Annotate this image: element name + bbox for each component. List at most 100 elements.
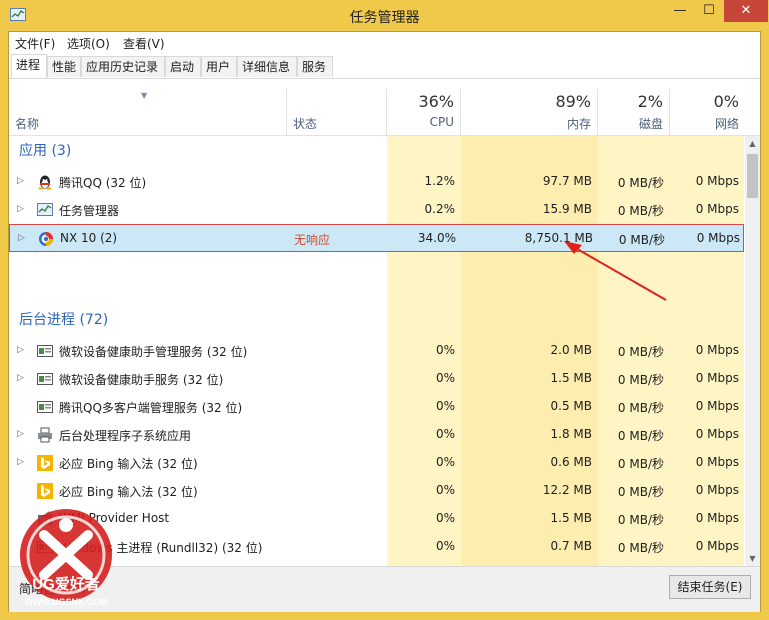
watermark-logo: UG爱好者 WWW.UGSNX.COM [20,509,112,607]
header-status-label: 状态 [293,117,318,131]
process-row[interactable]: ▷ 必应 Bing 输入法 (32 位) 0% 0.6 MB 0 MB/秒 0 Mbps [9,449,744,477]
tab-services[interactable]: 服务 [297,56,333,77]
process-name: 必应 Bing 输入法 (32 位) [59,457,198,471]
network-value: 0 Mbps [695,483,739,497]
menu-file[interactable]: 文件(F) [15,35,55,52]
tab-app-history[interactable]: 应用历史记录 [81,56,165,77]
expand-arrow-icon[interactable]: ▷ [17,457,24,467]
process-status: 无响应 [294,233,331,247]
tab-performance[interactable]: 性能 [47,56,81,77]
memory-value: 0.7 MB [550,539,592,553]
header-network[interactable]: 0% 网络 [670,89,745,135]
service-icon [37,371,53,387]
network-value: 0 Mbps [695,399,739,413]
header-name[interactable]: ▼ 名称 [9,89,287,135]
disk-value: 0 MB/秒 [617,345,664,359]
process-list: 应用 (3) 后台进程 (72) ▷ 腾讯QQ (32 位) 1.2% 97.7 MB… [9,136,744,566]
tab-processes[interactable]: 进程 [11,54,47,78]
memory-value: 1.5 MB [550,371,592,385]
cpu-value: 1.2% [424,174,456,188]
expand-arrow-icon[interactable]: ▷ [18,233,25,243]
end-task-button[interactable]: 结束任务(E) [669,575,751,599]
cpu-value: 0% [435,399,455,413]
group-background-label: 后台进程 (72) [19,312,109,328]
window-title: 任务管理器 [349,10,420,26]
cpu-value: 0% [435,511,455,525]
header-name-label: 名称 [15,117,40,131]
menu-options[interactable]: 选项(O) [67,35,110,52]
title-bar[interactable]: 任务管理器 — ☐ ✕ [0,0,769,32]
process-name: 任务管理器 [59,204,120,218]
disk-value: 0 MB/秒 [617,541,664,555]
process-name: 必应 Bing 输入法 (32 位) [59,485,198,499]
memory-value: 15.9 MB [542,202,592,216]
minimize-button[interactable]: — [665,0,695,22]
menu-view[interactable]: 查看(V) [123,35,165,52]
header-memory[interactable]: 89% 内存 [461,89,598,135]
process-name: 腾讯QQ (32 位) [59,176,147,190]
process-row[interactable]: ▷ 微软设备健康助手服务 (32 位) 0% 1.5 MB 0 MB/秒 0 Mbps [9,365,744,393]
disk-value: 0 MB/秒 [617,429,664,443]
cpu-value: 0% [435,427,455,441]
header-disk[interactable]: 2% 磁盘 [598,89,670,135]
process-row[interactable]: ▷ 腾讯QQ (32 位) 1.2% 97.7 MB 0 MB/秒 0 Mbps [9,168,744,196]
header-status[interactable]: 状态 [287,89,387,135]
menu-bar: 文件(F) 选项(O) 查看(V) [9,32,760,54]
cpu-value: 0% [435,343,455,357]
bing-icon [37,455,53,471]
scroll-down-arrow-icon[interactable]: ▼ [745,551,760,566]
network-value: 0 Mbps [695,174,739,188]
process-row[interactable]: 腾讯QQ多客户端管理服务 (32 位) 0% 0.5 MB 0 MB/秒 0 Mbps [9,393,744,421]
network-value: 0 Mbps [695,539,739,553]
memory-value: 2.0 MB [550,343,592,357]
disk-value: 0 MB/秒 [617,457,664,471]
watermark-url: WWW.UGSNX.COM [25,597,108,607]
group-apps[interactable]: 应用 (3) [9,140,744,168]
disk-value: 0 MB/秒 [617,204,664,218]
bing-icon [37,483,53,499]
cpu-value: 0% [435,371,455,385]
cpu-value: 0.2% [424,202,456,216]
network-value: 0 Mbps [695,455,739,469]
cpu-value: 0% [435,455,455,469]
cpu-value: 0% [435,539,455,553]
disk-value: 0 MB/秒 [617,485,664,499]
vertical-scrollbar[interactable]: ▲ ▼ [745,136,760,566]
expand-arrow-icon[interactable]: ▷ [17,373,24,383]
network-value: 0 Mbps [695,511,739,525]
network-total-pct: 0% [713,92,739,111]
scroll-thumb[interactable] [747,154,758,198]
expand-arrow-icon[interactable]: ▷ [17,176,24,186]
process-row[interactable]: 必应 Bing 输入法 (32 位) 0% 12.2 MB 0 MB/秒 0 Mbps [9,477,744,505]
process-row[interactable]: ▷ 微软设备健康助手管理服务 (32 位) 0% 2.0 MB 0 MB/秒 0 Mbps [9,337,744,365]
close-button[interactable]: ✕ [724,0,768,22]
sort-arrow-icon: ▼ [141,91,148,100]
expand-arrow-icon[interactable]: ▷ [17,429,24,439]
process-row[interactable]: ▷ 后台处理程序子系统应用 0% 1.8 MB 0 MB/秒 0 Mbps [9,421,744,449]
tab-startup[interactable]: 启动 [165,56,201,77]
scroll-up-arrow-icon[interactable]: ▲ [745,136,760,151]
disk-value: 0 MB/秒 [617,373,664,387]
network-value: 0 Mbps [696,231,740,245]
tab-users[interactable]: 用户 [201,56,237,77]
network-value: 0 Mbps [695,371,739,385]
task-manager-icon [37,202,53,218]
cpu-value: 34.0% [417,231,456,245]
process-row[interactable]: ▷ 任务管理器 0.2% 15.9 MB 0 MB/秒 0 Mbps [9,196,744,224]
network-label: 网络 [714,117,739,131]
cpu-total-pct: 36% [418,92,454,111]
tab-details[interactable]: 详细信息 [237,56,297,77]
expand-arrow-icon[interactable]: ▷ [17,345,24,355]
group-background[interactable]: 后台进程 (72) [9,309,744,337]
network-value: 0 Mbps [695,343,739,357]
group-apps-label: 应用 (3) [19,143,72,159]
tab-strip: 进程 性能 应用历史记录 启动 用户 详细信息 服务 [9,54,760,79]
maximize-button[interactable]: ☐ [694,0,724,22]
header-cpu[interactable]: 36% CPU [387,89,461,135]
memory-value: 0.6 MB [550,455,592,469]
qq-icon [37,174,53,190]
service-icon [37,343,53,359]
task-manager-window: 任务管理器 — ☐ ✕ 文件(F) 选项(O) 查看(V) 进程 性能 应用历史… [0,0,769,620]
expand-arrow-icon[interactable]: ▷ [17,204,24,214]
disk-label: 磁盘 [638,117,663,131]
